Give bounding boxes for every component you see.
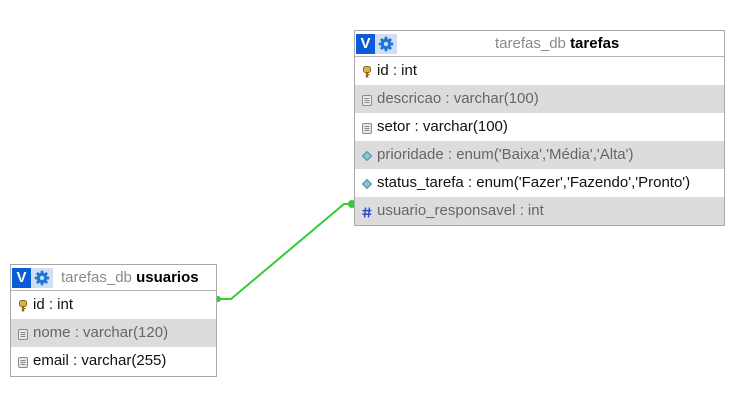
column-row-email[interactable]: email : varchar(255) bbox=[11, 347, 216, 375]
hash-icon bbox=[361, 206, 373, 218]
field-icon bbox=[361, 94, 373, 106]
key-icon bbox=[361, 66, 373, 78]
table-title: tarefas_db usuarios bbox=[61, 265, 199, 291]
enum-icon bbox=[361, 150, 373, 162]
table-name: tarefas bbox=[570, 35, 620, 52]
column-label: id : int bbox=[33, 296, 74, 313]
table-header-tarefas[interactable]: V tarefas_db tarefas bbox=[355, 31, 724, 57]
key-icon bbox=[17, 300, 29, 312]
gear-icon[interactable] bbox=[375, 34, 397, 54]
column-row-id[interactable]: id : int bbox=[11, 291, 216, 319]
gear-icon[interactable] bbox=[31, 268, 53, 288]
column-label: usuario_responsavel : int bbox=[377, 202, 544, 219]
column-row-id[interactable]: id : int bbox=[355, 57, 724, 85]
column-label: prioridade : enum('Baixa','Média','Alta'… bbox=[377, 146, 634, 163]
table-title: tarefas_db tarefas bbox=[495, 31, 619, 57]
table-name: usuarios bbox=[136, 269, 199, 286]
column-label: nome : varchar(120) bbox=[33, 324, 169, 341]
field-icon bbox=[17, 356, 29, 368]
toggle-view-button[interactable]: V bbox=[12, 268, 31, 288]
table-tarefas[interactable]: V tarefas_db tarefas id: int descricao … bbox=[354, 30, 725, 226]
table-usuarios[interactable]: V tarefas_db usuarios id: int nome: va… bbox=[10, 264, 217, 377]
column-row-descricao[interactable]: descricao : varchar(100) bbox=[355, 85, 724, 113]
column-row-status-tarefa[interactable]: status_tarefa : enum('Fazer','Fazendo','… bbox=[355, 169, 724, 197]
column-row-prioridade[interactable]: prioridade : enum('Baixa','Média','Alta'… bbox=[355, 141, 724, 169]
column-row-nome[interactable]: nome : varchar(120) bbox=[11, 319, 216, 347]
field-icon bbox=[361, 122, 373, 134]
table-header-usuarios[interactable]: V tarefas_db usuarios bbox=[11, 265, 216, 291]
column-label: setor : varchar(100) bbox=[377, 118, 508, 135]
column-label: id : int bbox=[377, 62, 418, 79]
database-name: tarefas_db bbox=[495, 35, 566, 52]
relation-line-usuario-responsavel[interactable] bbox=[218, 203, 354, 300]
column-label: descricao : varchar(100) bbox=[377, 90, 539, 107]
column-row-setor[interactable]: setor : varchar(100) bbox=[355, 113, 724, 141]
enum-icon bbox=[361, 178, 373, 190]
column-label: status_tarefa : enum('Fazer','Fazendo','… bbox=[377, 174, 691, 191]
database-name: tarefas_db bbox=[61, 269, 132, 286]
column-row-usuario-responsavel[interactable]: usuario_responsavel : int bbox=[355, 197, 724, 225]
toggle-view-button[interactable]: V bbox=[356, 34, 375, 54]
field-icon bbox=[17, 328, 29, 340]
column-label: email : varchar(255) bbox=[33, 352, 167, 369]
